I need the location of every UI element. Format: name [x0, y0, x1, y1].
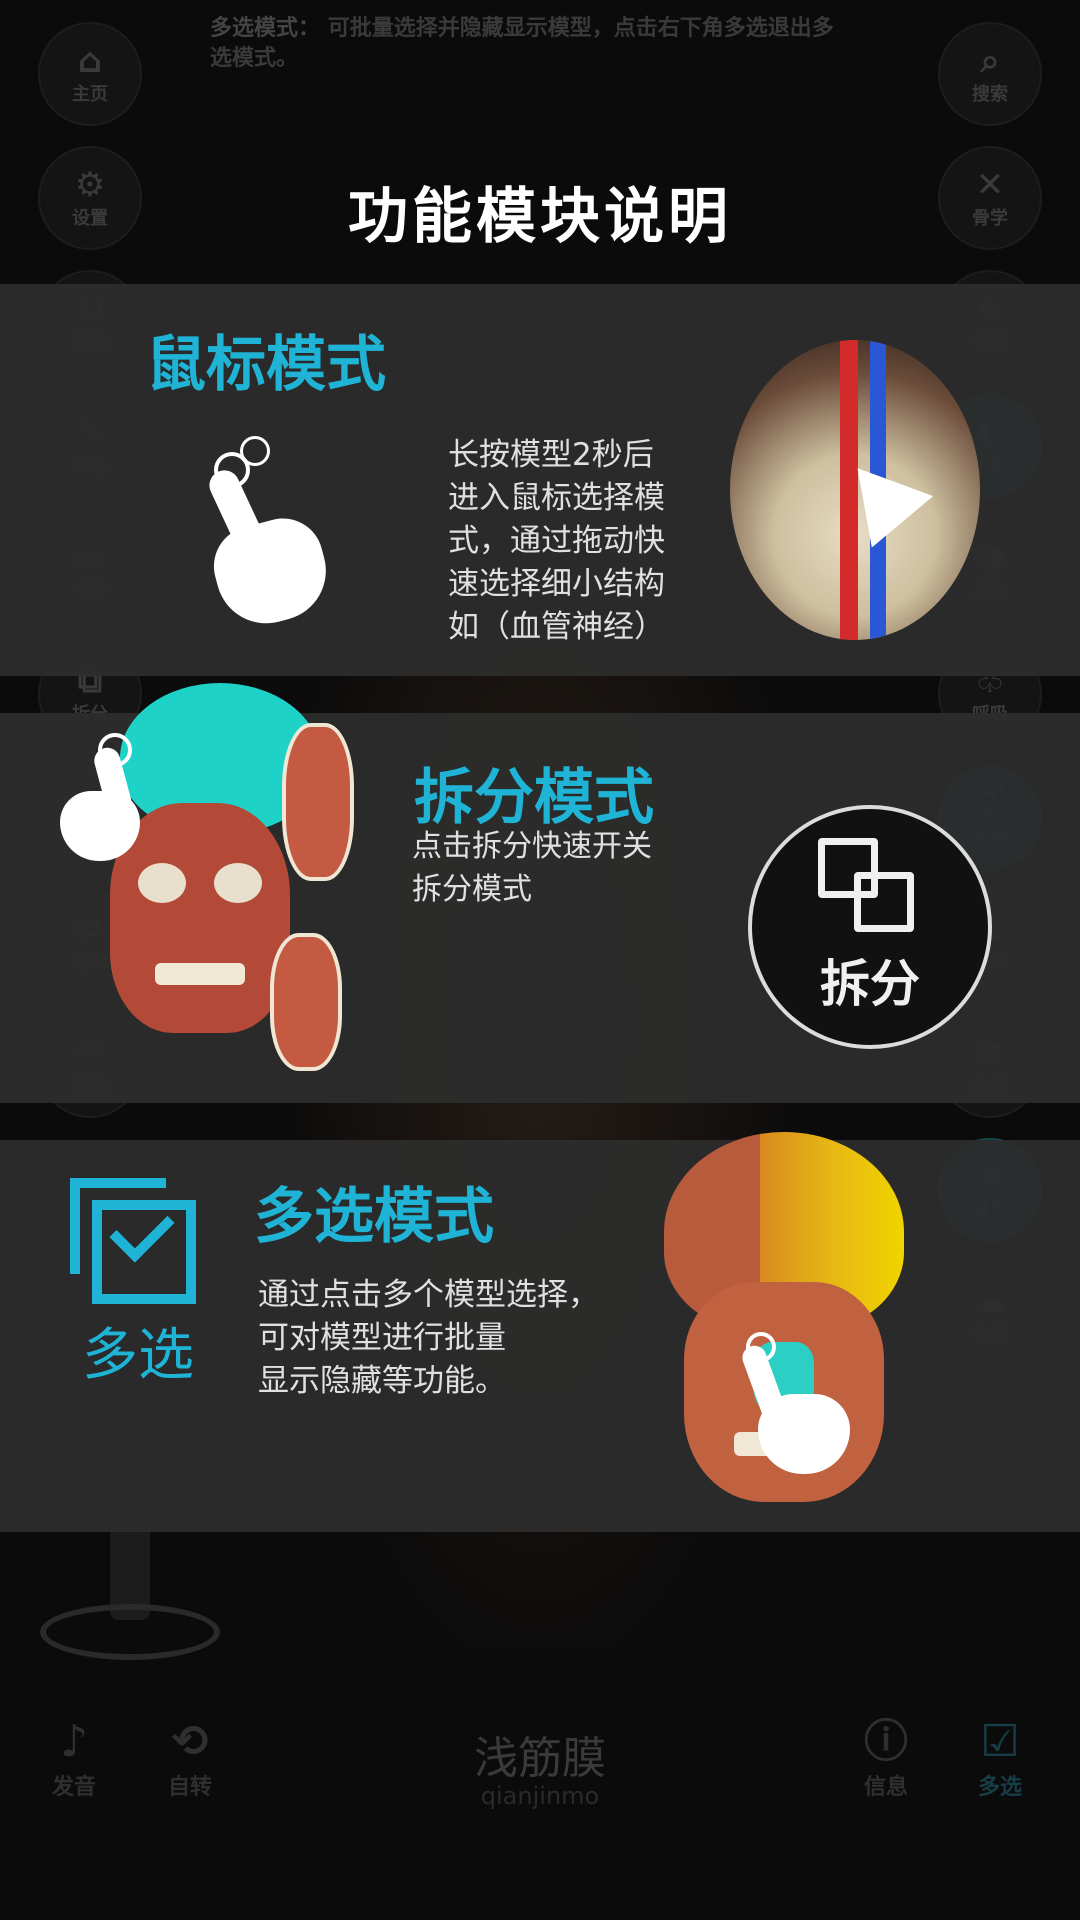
multi-select-mode-description: 通过点击多个模型选择， 可对模型进行批量 显示隐藏等功能。	[258, 1277, 599, 1399]
search-button[interactable]: ⌕ 搜索	[938, 22, 1042, 126]
model-name-cn: 浅筋膜	[474, 1733, 606, 1784]
mode-tip: 多选模式： 可批量选择并隐藏显示模型，点击右下角多选退出多选模式。	[210, 14, 850, 94]
home-label: 主页	[72, 84, 108, 105]
home-button[interactable]: ⌂ 主页	[38, 22, 142, 126]
mouse-mode-panel: 鼠标模式 长按模型2秒后 进入鼠标选择模 式，通过拖动快 速选择细小结构 如（血…	[0, 284, 1080, 676]
vessel-anatomy-image	[730, 340, 980, 640]
model-name-pinyin: qianjinmo	[480, 1782, 600, 1810]
split-skull-image	[60, 683, 360, 1103]
split-icon	[818, 838, 922, 938]
split-mode-title: 拆分模式	[414, 763, 654, 833]
split-mode-button-label: 拆分	[820, 955, 920, 1013]
multi-select-badge-label: 多选	[82, 1323, 194, 1388]
guide-title: 功能模块说明	[348, 182, 732, 252]
home-icon: ⌂	[77, 41, 103, 81]
split-mode-panel: 拆分模式 点击拆分快速开关 拆分模式 拆分	[0, 683, 1080, 1103]
multi-select-badge: 多选	[70, 1178, 206, 1391]
multi-select-skull-image	[664, 1132, 904, 1512]
mode-tip-title: 多选模式：	[210, 16, 321, 41]
tap-hand-icon	[60, 733, 150, 861]
multi-select-mode-panel: 多选 多选模式 通过点击多个模型选择， 可对模型进行批量 显示隐藏等功能。	[0, 1132, 1080, 1532]
body-navigator-ring	[40, 1604, 220, 1660]
selected-model-name: 浅筋膜 qianjinmo	[0, 1722, 1080, 1810]
search-icon: ⌕	[980, 41, 1000, 81]
search-label: 搜索	[972, 84, 1008, 105]
mouse-mode-description: 长按模型2秒后 进入鼠标选择模 式，通过拖动快 速选择细小结构 如（血管神经）	[448, 437, 665, 645]
split-mode-description: 点击拆分快速开关 拆分模式	[412, 829, 652, 907]
tap-hand-icon	[739, 1332, 854, 1474]
checkbox-stack-icon	[70, 1178, 198, 1306]
multi-select-mode-title: 多选模式	[254, 1182, 494, 1252]
long-press-hand-icon	[196, 436, 338, 635]
mouse-mode-title: 鼠标模式	[146, 330, 386, 400]
split-mode-button[interactable]: 拆分	[748, 805, 992, 1049]
